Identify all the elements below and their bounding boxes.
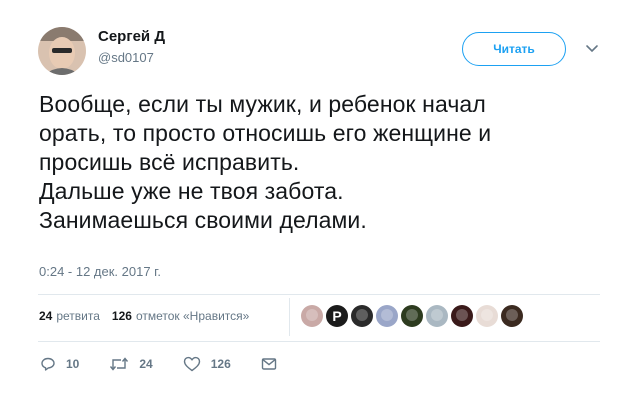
author-avatar[interactable] (38, 27, 86, 75)
divider-bottom (38, 341, 600, 342)
like-stat[interactable]: 126 отметок «Нравится» (112, 309, 249, 323)
reply-count: 10 (66, 357, 80, 371)
tweet-line: Занимаешься своими делами. (39, 207, 367, 233)
divider-top (38, 294, 600, 295)
liker-avatar[interactable] (476, 305, 498, 327)
chevron-down-icon (586, 45, 598, 53)
tweet-line: орать, то просто относишь его женщине и (39, 120, 492, 146)
liker-avatar[interactable] (376, 305, 398, 327)
tweet-line: просишь всё исправить. (39, 149, 300, 175)
author-photo-icon (38, 27, 86, 75)
tweet-actions: 10 24 126 (40, 356, 317, 372)
retweet-count: 24 (39, 309, 53, 323)
like-action-count: 126 (210, 357, 231, 371)
direct-message-button[interactable] (261, 356, 287, 372)
reply-button[interactable]: 10 (40, 356, 79, 372)
liker-avatar[interactable] (401, 305, 423, 327)
more-options-caret[interactable] (584, 40, 600, 56)
like-button[interactable]: 126 (183, 356, 231, 372)
retweet-label: ретвита (56, 309, 100, 323)
author-handle[interactable]: @sd0107 (98, 50, 154, 65)
author-name[interactable]: Сергей Д (98, 28, 165, 45)
tweet-line: Дальше уже не твоя забота. (39, 178, 344, 204)
avatar-shading (456, 309, 468, 321)
like-count: 126 (111, 309, 132, 323)
avatar-shading (506, 309, 518, 321)
avatar-shading (306, 309, 318, 321)
tweet-timestamp[interactable]: 0:24 - 12 дек. 2017 г. (39, 264, 161, 279)
retweet-action-count: 24 (139, 357, 153, 371)
envelope-icon (261, 358, 276, 370)
liker-avatar[interactable] (301, 305, 323, 327)
retweet-button[interactable]: 24 (109, 356, 153, 372)
tweet-text: Вообще, если ты мужик, и ребенок начал о… (39, 90, 619, 235)
avatar-shading (406, 309, 418, 321)
avatar-shading (431, 309, 443, 321)
avatar-shading (481, 309, 493, 321)
avatar-shading (356, 309, 368, 321)
liker-avatar[interactable] (451, 305, 473, 327)
liker-avatars: P (301, 305, 526, 327)
like-label: отметок «Нравится» (135, 309, 250, 323)
liker-avatar[interactable] (501, 305, 523, 327)
tweet-line: Вообще, если ты мужик, и ребенок начал (39, 91, 486, 117)
avatar-letter: P (332, 308, 342, 324)
follow-button[interactable]: Читать (462, 32, 566, 66)
avatar-shading (381, 309, 393, 321)
retweet-icon (110, 357, 129, 371)
liker-avatar[interactable]: P (326, 305, 348, 327)
heart-icon (183, 356, 200, 372)
retweet-stat[interactable]: 24 ретвита (39, 309, 100, 323)
engagement-stats: 24 ретвита 126 отметок «Нравится» (39, 309, 261, 323)
stats-separator (289, 298, 290, 336)
liker-avatar[interactable] (426, 305, 448, 327)
reply-icon (41, 357, 55, 371)
liker-avatar[interactable] (351, 305, 373, 327)
